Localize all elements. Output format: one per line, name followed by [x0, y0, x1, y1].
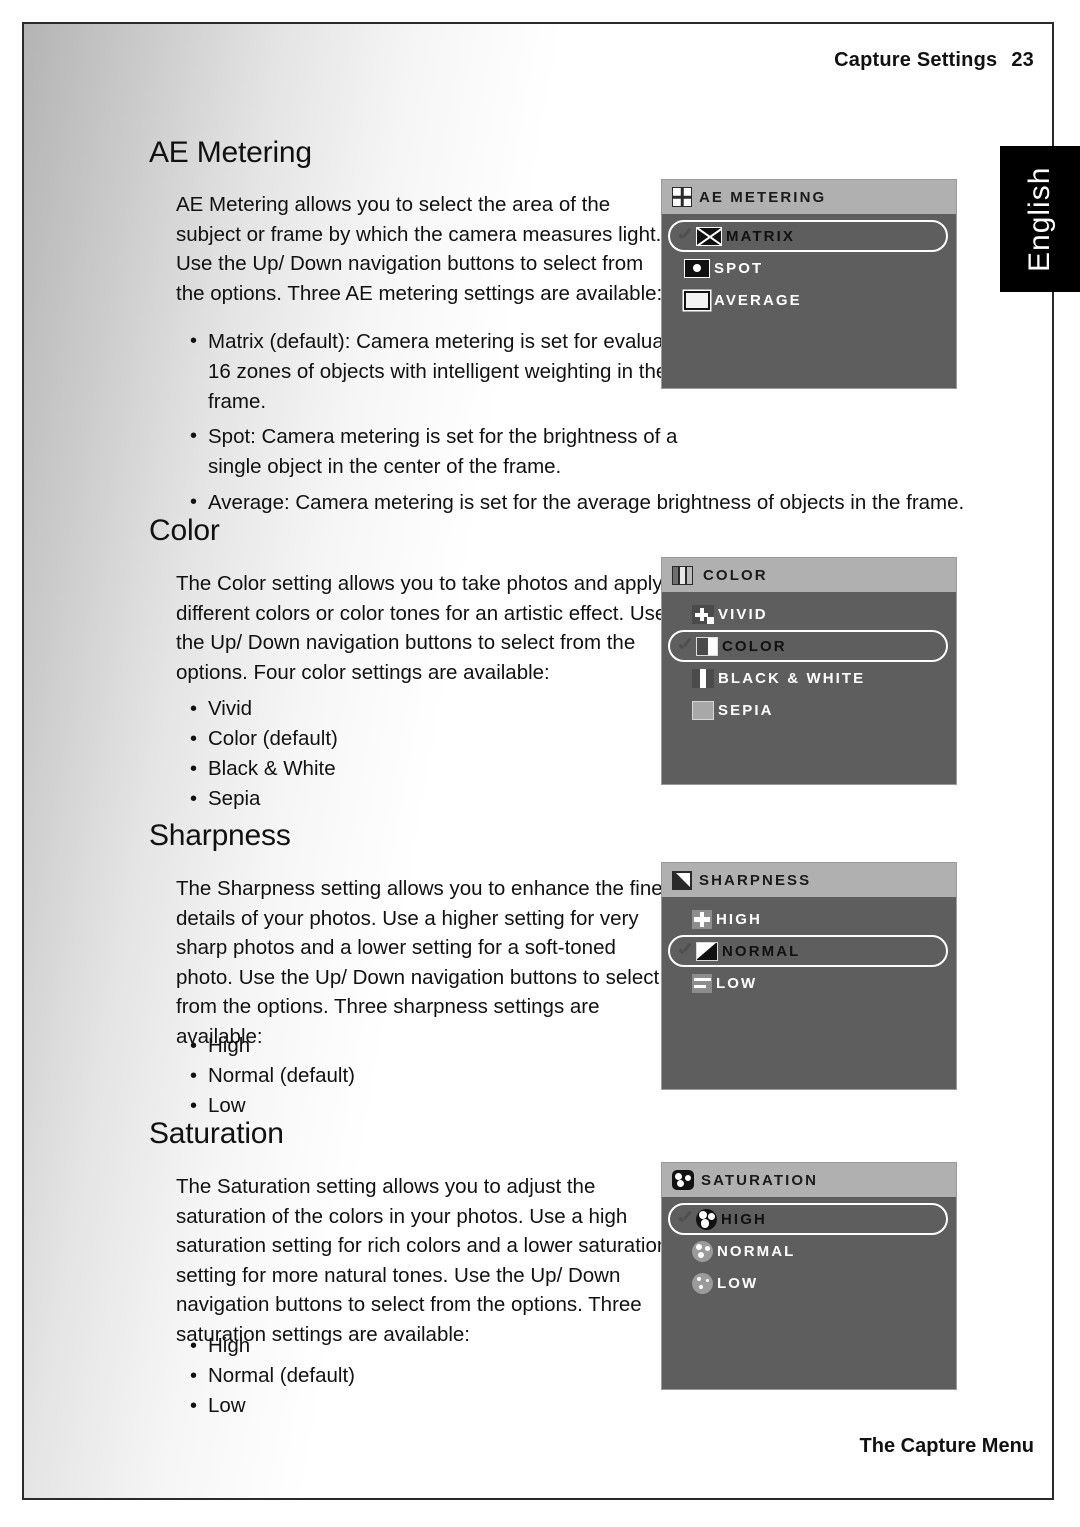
- sharpness-normal-icon: [696, 941, 718, 961]
- list-item: Spot: Camera metering is set for the bri…: [182, 422, 698, 482]
- check-icon: [678, 229, 693, 244]
- menu-item-label: NORMAL: [717, 1242, 796, 1260]
- lcd-header-ae-metering: AE METERING: [662, 180, 956, 214]
- list-item: Matrix (default): Camera metering is set…: [182, 327, 698, 416]
- menu-item-label: NORMAL: [722, 942, 801, 960]
- menu-item-high[interactable]: HIGH: [662, 903, 956, 935]
- list-item: High: [182, 1031, 662, 1061]
- sharpness-diagonal-icon: [672, 870, 692, 890]
- lcd-header-label: AE METERING: [699, 188, 827, 206]
- lcd-header-label: SATURATION: [701, 1171, 819, 1189]
- menu-item-sepia[interactable]: SEPIA: [662, 694, 956, 726]
- vivid-icon: [692, 604, 714, 624]
- grid-4-icon: [672, 187, 692, 207]
- saturation-low-icon: [692, 1272, 713, 1294]
- check-icon: [678, 1212, 693, 1227]
- menu-item-label: COLOR: [722, 637, 787, 655]
- header-title: Capture Settings: [834, 49, 998, 71]
- lcd-header-label: COLOR: [703, 566, 768, 584]
- list-item: Low: [182, 1391, 662, 1421]
- bullet-list-sharpness: High Normal (default) Low: [182, 1031, 662, 1121]
- lcd-header-sharpness: SHARPNESS: [662, 863, 956, 897]
- lcd-menu-saturation: SATURATION HIGH NORMAL LOW: [661, 1162, 957, 1390]
- menu-item-vivid[interactable]: VIVID: [662, 598, 956, 630]
- list-item: Normal (default): [182, 1361, 662, 1391]
- section-title-saturation: Saturation: [149, 1117, 284, 1150]
- lcd-menu-ae-metering: AE METERING MATRIX SPOT AVERAGE: [661, 179, 957, 389]
- lcd-item-list: HIGH NORMAL LOW: [662, 897, 956, 999]
- check-icon: [678, 639, 693, 654]
- menu-item-normal[interactable]: NORMAL: [662, 1235, 956, 1267]
- menu-item-label: AVERAGE: [714, 291, 802, 309]
- paragraph-ae-metering: AE Metering allows you to select the are…: [176, 193, 663, 305]
- section-body-color: The Color setting allows you to take pho…: [176, 569, 676, 687]
- matrix-metering-icon: [696, 226, 722, 246]
- menu-item-spot[interactable]: SPOT: [662, 252, 956, 284]
- paragraph-saturation: The Saturation setting allows you to adj…: [176, 1175, 669, 1346]
- menu-item-label: VIVID: [718, 605, 768, 623]
- sepia-icon: [692, 700, 714, 720]
- sharpness-low-icon: [692, 973, 712, 993]
- lcd-item-list: HIGH NORMAL LOW: [662, 1197, 956, 1299]
- color-icon: [696, 636, 718, 656]
- manual-page: Capture Settings 23 AE Metering AE Meteri…: [22, 22, 1054, 1500]
- lcd-header-label: SHARPNESS: [699, 871, 812, 889]
- lcd-item-list: VIVID COLOR BLACK & WHITE SEPIA: [662, 592, 956, 726]
- list-item: Color (default): [182, 724, 662, 754]
- list-item: High: [182, 1331, 662, 1361]
- section-body-saturation: The Saturation setting allows you to adj…: [176, 1172, 676, 1350]
- menu-item-matrix[interactable]: MATRIX: [668, 220, 948, 252]
- paragraph-color: The Color setting allows you to take pho…: [176, 572, 667, 684]
- section-body-sharpness: The Sharpness setting allows you to enha…: [176, 874, 676, 1052]
- menu-item-label: LOW: [716, 974, 758, 992]
- menu-item-label: SPOT: [714, 259, 764, 277]
- menu-item-label: LOW: [717, 1274, 759, 1292]
- paragraph-sharpness: The Sharpness setting allows you to enha…: [176, 877, 670, 1048]
- lcd-menu-sharpness: SHARPNESS HIGH NORMAL LOW: [661, 862, 957, 1090]
- list-item: Black & White: [182, 754, 662, 784]
- list-item: Sepia: [182, 784, 662, 814]
- page-number: 23: [1011, 49, 1034, 71]
- list-item: Vivid: [182, 694, 662, 724]
- language-tab-label: English: [1023, 166, 1056, 272]
- menu-item-black-white[interactable]: BLACK & WHITE: [662, 662, 956, 694]
- menu-item-color[interactable]: COLOR: [668, 630, 948, 662]
- lcd-item-list: MATRIX SPOT AVERAGE: [662, 214, 956, 316]
- list-item: Average: Camera metering is set for the …: [182, 488, 998, 518]
- language-tab: English: [1000, 146, 1080, 292]
- list-item: Normal (default): [182, 1061, 662, 1091]
- sharpness-high-icon: [692, 909, 712, 929]
- average-metering-icon: [684, 290, 710, 310]
- menu-item-label: MATRIX: [726, 227, 795, 245]
- lcd-header-saturation: SATURATION: [662, 1163, 956, 1197]
- bullet-list-color: Vivid Color (default) Black & White Sepi…: [182, 694, 662, 814]
- menu-item-label: HIGH: [721, 1210, 767, 1228]
- section-title-color: Color: [149, 514, 220, 547]
- menu-item-low[interactable]: LOW: [662, 967, 956, 999]
- lcd-menu-color: COLOR VIVID COLOR BLACK & WHITE SEPIA: [661, 557, 957, 785]
- menu-item-high[interactable]: HIGH: [668, 1203, 948, 1235]
- menu-item-normal[interactable]: NORMAL: [668, 935, 948, 967]
- menu-item-label: SEPIA: [718, 701, 774, 719]
- section-title-ae-metering: AE Metering: [149, 136, 312, 169]
- saturation-normal-icon: [692, 1240, 713, 1262]
- saturation-dots-icon: [672, 1170, 694, 1190]
- check-icon: [678, 944, 693, 959]
- menu-item-label: BLACK & WHITE: [718, 669, 866, 687]
- saturation-high-icon: [696, 1208, 717, 1230]
- spot-metering-icon: [684, 258, 710, 278]
- black-white-icon: [692, 668, 714, 688]
- running-header: Capture Settings 23: [24, 49, 1034, 72]
- section-body-ae-metering: AE Metering allows you to select the are…: [176, 190, 676, 308]
- lcd-header-color: COLOR: [662, 558, 956, 592]
- menu-item-low[interactable]: LOW: [662, 1267, 956, 1299]
- page-footer: The Capture Menu: [859, 1435, 1034, 1457]
- color-cards-icon: [672, 565, 696, 585]
- menu-item-average[interactable]: AVERAGE: [662, 284, 956, 316]
- section-title-sharpness: Sharpness: [149, 819, 291, 852]
- bullet-list-saturation: High Normal (default) Low: [182, 1331, 662, 1421]
- menu-item-label: HIGH: [716, 910, 762, 928]
